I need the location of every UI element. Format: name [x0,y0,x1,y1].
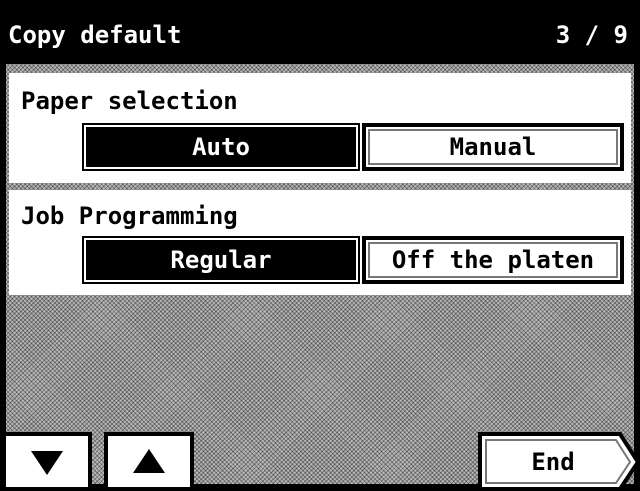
scroll-up-button[interactable] [104,432,194,491]
up-triangle-icon [133,448,165,473]
screen-frame: Copy default 3 / 9 Paper selection Auto … [0,0,640,491]
paper-selection-panel: Paper selection Auto Manual [9,73,631,183]
end-label: End [531,447,575,476]
paper-auto-button[interactable]: Auto [82,123,360,171]
page-indicator: 3 / 9 [555,21,628,49]
job-programming-label: Job Programming [21,202,238,230]
paper-manual-button[interactable]: Manual [362,123,624,171]
job-programming-panel: Job Programming Regular Off the platen [9,190,631,295]
job-regular-button[interactable]: Regular [82,236,360,284]
title-bar: Copy default 3 / 9 [0,0,640,64]
end-button[interactable]: End [478,432,640,491]
page-title: Copy default [8,21,182,49]
down-triangle-icon [31,450,63,475]
job-off-the-platen-button[interactable]: Off the platen [362,236,624,284]
scroll-down-button[interactable] [2,432,92,491]
paper-selection-label: Paper selection [21,87,238,115]
